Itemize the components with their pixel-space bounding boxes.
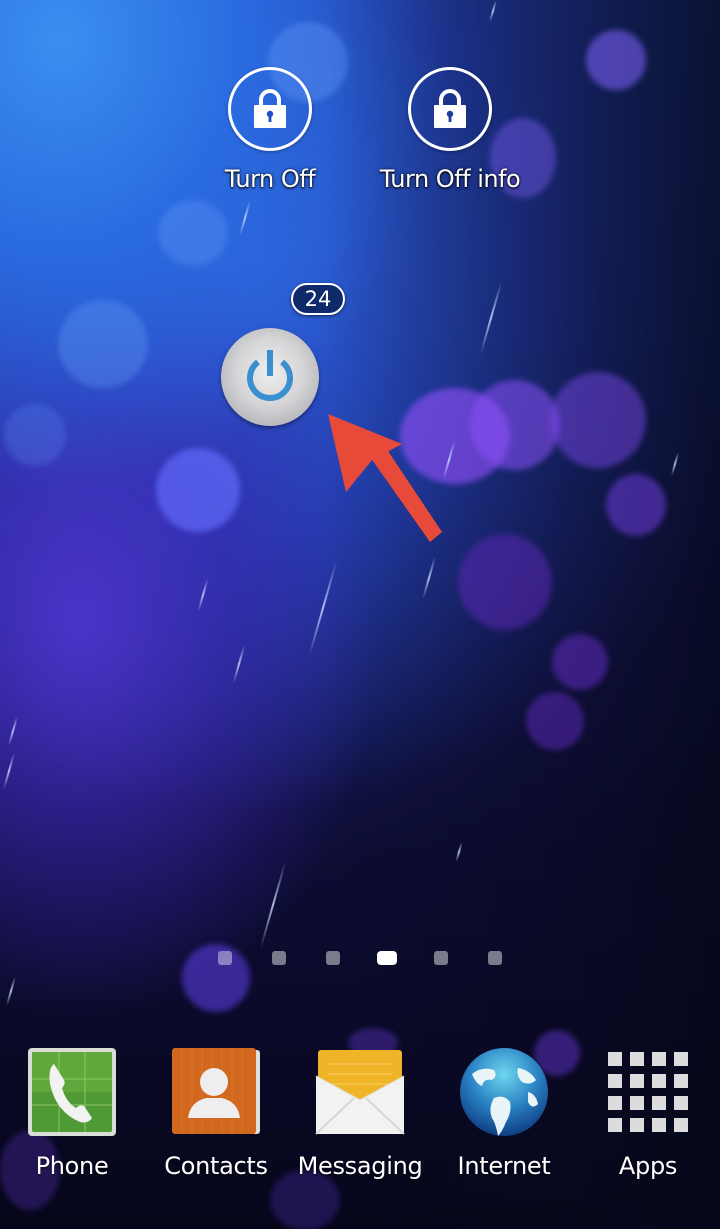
- shortcut-turn-off-info[interactable]: Turn Off info: [370, 67, 530, 193]
- phone-icon: [26, 1046, 118, 1138]
- lock-icon: [254, 89, 286, 128]
- page-dot[interactable]: [218, 951, 232, 965]
- bokeh-light: [470, 380, 560, 470]
- dock-item-label: Phone: [35, 1152, 109, 1180]
- page-dot[interactable]: [326, 951, 340, 965]
- wallpaper: [0, 0, 720, 1229]
- dock-item-label: Apps: [618, 1152, 678, 1180]
- dock-item-internet[interactable]: Internet: [432, 1046, 576, 1180]
- dock-item-messaging[interactable]: Messaging: [288, 1046, 432, 1180]
- lock-icon: [434, 89, 466, 128]
- bokeh-light: [4, 404, 66, 466]
- dock-item-phone[interactable]: Phone: [0, 1046, 144, 1180]
- bokeh-light: [550, 372, 646, 468]
- dock-item-label: Messaging: [297, 1152, 423, 1180]
- bokeh-light: [58, 300, 148, 388]
- page-dot[interactable]: [434, 951, 448, 965]
- dock-item-contacts[interactable]: Contacts: [144, 1046, 288, 1180]
- annotation-arrow: [328, 414, 442, 542]
- bokeh-light: [156, 448, 240, 532]
- power-widget[interactable]: [221, 328, 319, 426]
- dock: Phone Contacts Messaging Internet Apps: [0, 1046, 720, 1196]
- shortcut-turn-off[interactable]: Turn Off: [190, 67, 350, 193]
- dock-item-label: Contacts: [164, 1152, 268, 1180]
- contacts-icon: [170, 1046, 262, 1138]
- messaging-icon: [314, 1046, 406, 1138]
- notification-count-badge: 24: [291, 283, 345, 315]
- globe-icon: [458, 1046, 550, 1138]
- dock-item-apps[interactable]: Apps: [576, 1046, 720, 1180]
- power-icon: [247, 350, 293, 401]
- bokeh-light: [526, 692, 584, 750]
- page-dot[interactable]: [272, 951, 286, 965]
- page-dot[interactable]: [488, 951, 502, 965]
- bokeh-light: [552, 634, 608, 690]
- arrow-shaft: [368, 442, 442, 542]
- shortcut-ring: [228, 67, 312, 151]
- apps-grid-icon: [602, 1046, 694, 1138]
- shortcut-ring: [408, 67, 492, 151]
- bokeh-light: [586, 30, 646, 90]
- page-dot-active[interactable]: [377, 951, 397, 965]
- bokeh-light: [158, 200, 228, 266]
- bokeh-light: [606, 474, 666, 536]
- shortcut-label: Turn Off info: [379, 165, 521, 193]
- bokeh-light: [458, 534, 552, 630]
- page-indicator: [0, 951, 720, 967]
- dock-item-label: Internet: [457, 1152, 551, 1180]
- shortcut-label: Turn Off: [224, 165, 316, 193]
